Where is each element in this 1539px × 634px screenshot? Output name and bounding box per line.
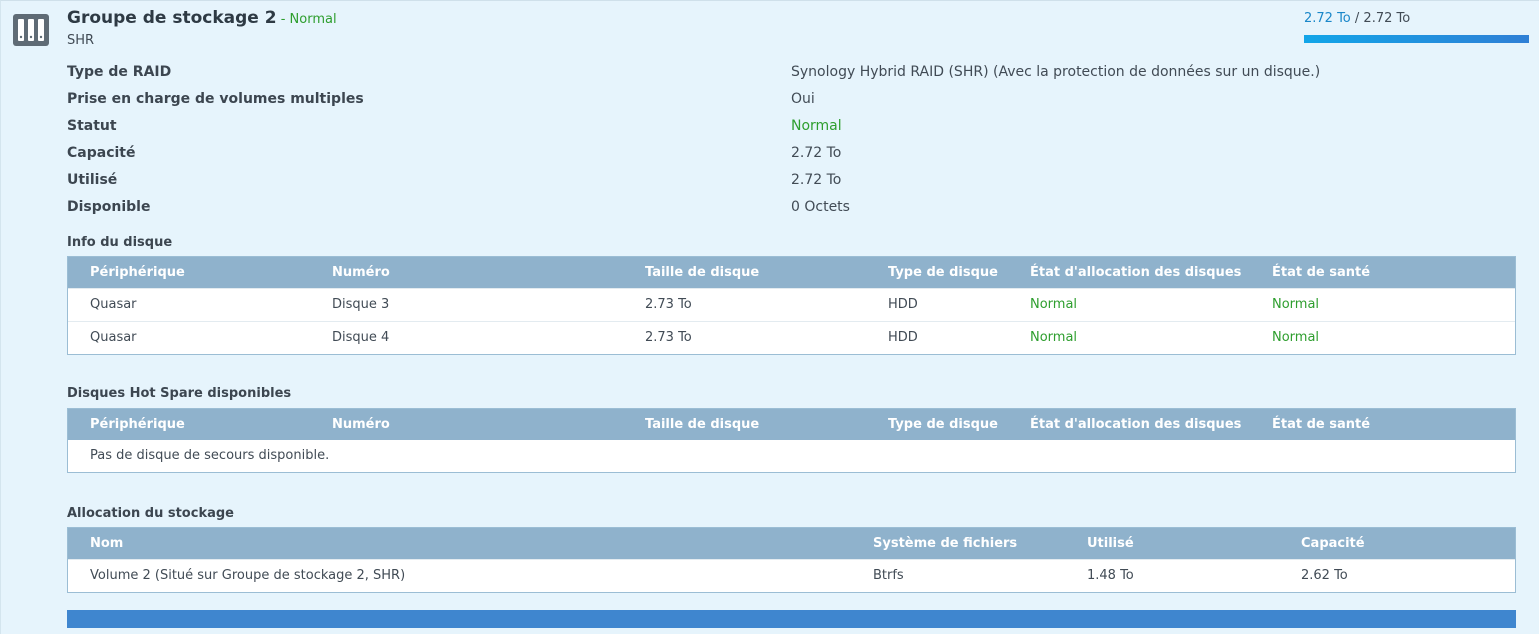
cell-size: 2.73 To — [645, 330, 692, 345]
prop-value: Normal — [791, 118, 842, 134]
prop-value: Oui — [791, 91, 815, 107]
empty-state-row: Pas de disque de secours disponible. — [68, 440, 1515, 472]
column-header[interactable]: Système de fichiers — [873, 536, 1017, 551]
column-header[interactable]: Périphérique — [90, 265, 185, 280]
column-header[interactable]: Numéro — [332, 265, 390, 280]
cell-used: 1.48 To — [1087, 568, 1134, 583]
prop-value: Synology Hybrid RAID (SHR) (Avec la prot… — [791, 64, 1321, 80]
usage-total: 2.72 To — [1363, 11, 1411, 26]
column-header[interactable]: Capacité — [1301, 536, 1365, 551]
column-header[interactable]: Type de disque — [888, 417, 998, 432]
allocation-title: Allocation du stockage — [67, 506, 234, 521]
usage-used: 2.72 To — [1304, 11, 1351, 26]
cell-device: Quasar — [90, 330, 137, 345]
prop-value: 0 Octets — [791, 199, 850, 215]
cell-type: HDD — [888, 297, 918, 312]
column-header[interactable]: Périphérique — [90, 417, 185, 432]
column-header[interactable]: Type de disque — [888, 265, 998, 280]
storage-pool-icon — [13, 14, 49, 46]
hot-spare-header: Périphérique Numéro Taille de disque Typ… — [68, 409, 1515, 440]
prop-used: Utilisé 2.72 To — [67, 170, 1507, 197]
column-header[interactable]: État de santé — [1272, 265, 1370, 280]
cell-allocation-status: Normal — [1030, 330, 1078, 345]
column-header[interactable]: Nom — [90, 536, 123, 551]
pool-raid-subtitle: SHR — [67, 33, 95, 48]
column-header[interactable]: Taille de disque — [645, 417, 759, 432]
prop-multi-volume: Prise en charge de volumes multiples Oui — [67, 89, 1507, 116]
pool-status: Normal — [289, 12, 337, 27]
column-header[interactable]: État de santé — [1272, 417, 1370, 432]
pool-usage-text: 2.72 To / 2.72 To — [1304, 11, 1410, 26]
cell-filesystem: Btrfs — [873, 568, 904, 583]
prop-label: Type de RAID — [67, 64, 172, 80]
column-header[interactable]: État d'allocation des disques — [1030, 265, 1241, 280]
disk-info-grid: Périphérique Numéro Taille de disque Typ… — [67, 256, 1516, 355]
prop-label: Prise en charge de volumes multiples — [67, 91, 364, 107]
pool-title-separator: - — [276, 12, 290, 27]
cell-volume-name: Volume 2 (Situé sur Groupe de stockage 2… — [90, 568, 406, 583]
cell-type: HDD — [888, 330, 918, 345]
usage-slash: / — [1350, 11, 1364, 26]
cell-health-status: Normal — [1272, 330, 1320, 345]
column-header[interactable]: État d'allocation des disques — [1030, 417, 1241, 432]
prop-available: Disponible 0 Octets — [67, 197, 1507, 224]
cell-allocation-status: Normal — [1030, 297, 1078, 312]
allocation-header: Nom Système de fichiers Utilisé Capacité — [68, 528, 1515, 559]
cell-device: Quasar — [90, 297, 137, 312]
hot-spare-grid: Périphérique Numéro Taille de disque Typ… — [67, 408, 1516, 473]
empty-state-text: Pas de disque de secours disponible. — [90, 448, 330, 463]
usage-bar — [1304, 35, 1529, 43]
column-header[interactable]: Numéro — [332, 417, 390, 432]
table-row[interactable]: Quasar Disque 3 2.73 To HDD Normal Norma… — [68, 288, 1515, 321]
usage-bar-fill — [1304, 35, 1529, 43]
prop-label: Statut — [67, 118, 117, 134]
pool-title-row: Groupe de stockage 2 - Normal — [67, 8, 337, 28]
table-row[interactable]: Quasar Disque 4 2.73 To HDD Normal Norma… — [68, 321, 1515, 354]
allocation-grid: Nom Système de fichiers Utilisé Capacité… — [67, 527, 1516, 593]
pool-properties: Type de RAID Synology Hybrid RAID (SHR) … — [67, 62, 1507, 224]
prop-value: 2.72 To — [791, 172, 842, 188]
cell-capacity: 2.62 To — [1301, 568, 1348, 583]
table-row[interactable]: Volume 2 (Situé sur Groupe de stockage 2… — [68, 559, 1515, 592]
column-header[interactable]: Taille de disque — [645, 265, 759, 280]
prop-status: Statut Normal — [67, 116, 1507, 143]
prop-value: 2.72 To — [791, 145, 842, 161]
cell-number: Disque 4 — [332, 330, 390, 345]
disk-info-title: Info du disque — [67, 235, 173, 250]
hot-spare-title: Disques Hot Spare disponibles — [67, 386, 292, 401]
prop-raid-type: Type de RAID Synology Hybrid RAID (SHR) … — [67, 62, 1507, 89]
pool-title: Groupe de stockage 2 — [67, 8, 277, 28]
cell-health-status: Normal — [1272, 297, 1320, 312]
cell-number: Disque 3 — [332, 297, 390, 312]
disk-info-header: Périphérique Numéro Taille de disque Typ… — [68, 257, 1515, 288]
column-header[interactable]: Utilisé — [1087, 536, 1134, 551]
cell-size: 2.73 To — [645, 297, 692, 312]
prop-label: Utilisé — [67, 172, 118, 188]
prop-label: Disponible — [67, 199, 151, 215]
prop-label: Capacité — [67, 145, 136, 161]
prop-capacity: Capacité 2.72 To — [67, 143, 1507, 170]
next-pool-header-bar[interactable] — [67, 610, 1516, 628]
